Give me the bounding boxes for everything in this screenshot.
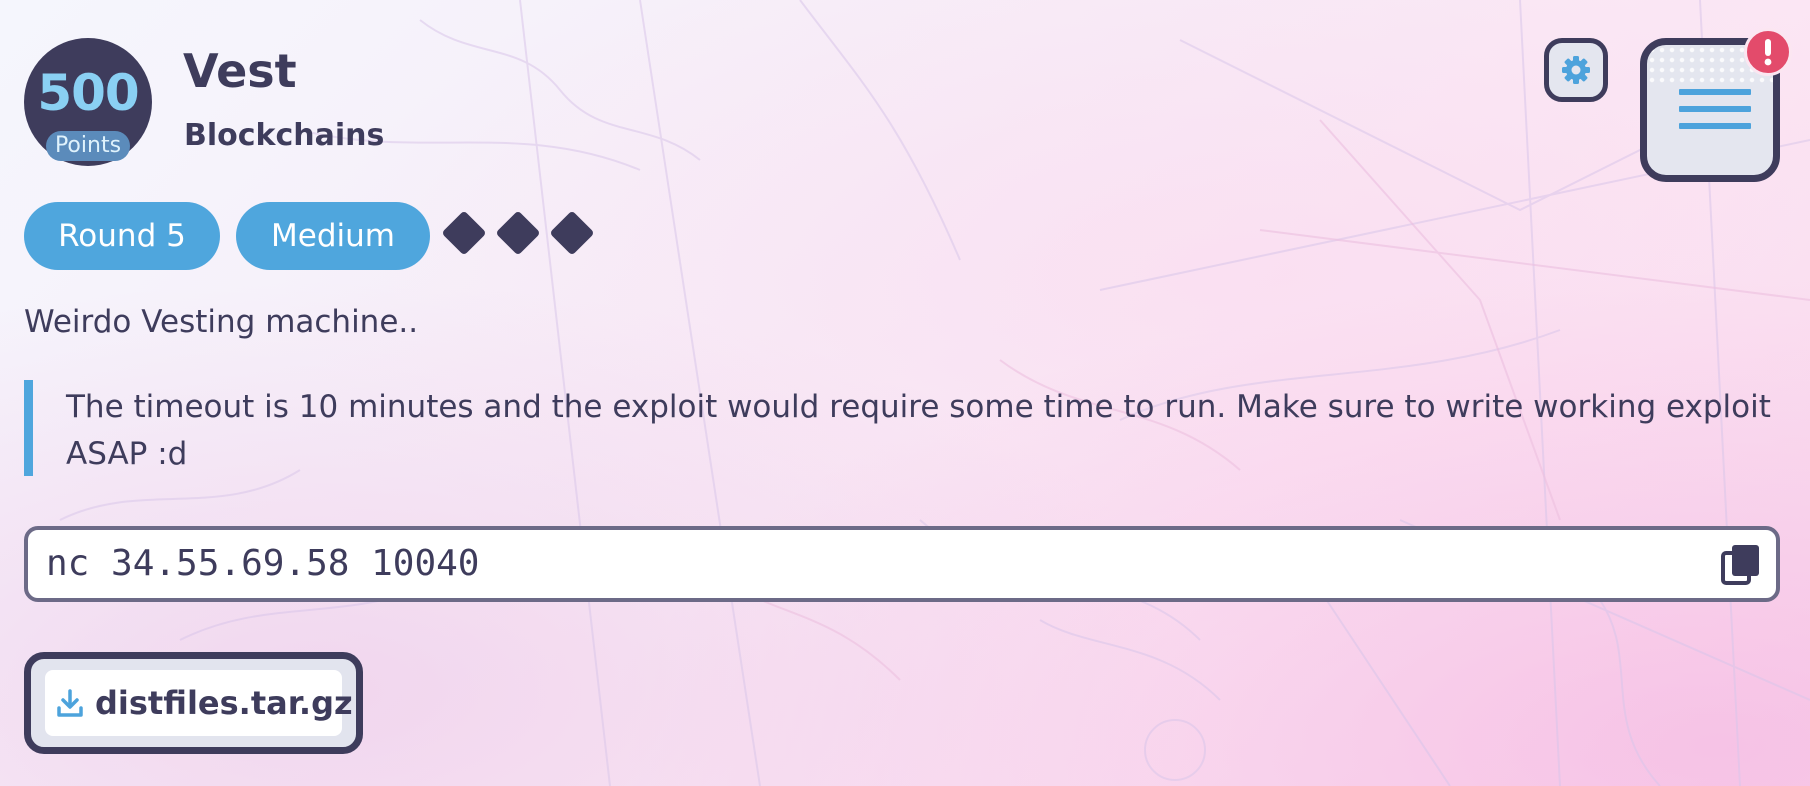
points-label: Points (46, 131, 130, 161)
alert-badge (1744, 28, 1792, 76)
settings-button[interactable] (1544, 38, 1608, 102)
copy-icon (1721, 545, 1759, 585)
note-blockquote: The timeout is 10 minutes and the exploi… (24, 380, 1784, 476)
connection-command-box[interactable]: nc 34.55.69.58 10040 (24, 526, 1780, 602)
note-text: The timeout is 10 minutes and the exploi… (66, 389, 1771, 472)
difficulty-diamond-icon (441, 210, 487, 256)
copy-button[interactable] (1716, 540, 1766, 590)
download-button-face[interactable]: distfiles.tar.gz (45, 670, 353, 736)
download-attachment-button[interactable]: distfiles.tar.gz (24, 652, 363, 754)
blockquote-bar (24, 380, 33, 476)
difficulty-diamond-icon (495, 210, 541, 256)
challenge-title: Vest (183, 44, 297, 98)
gear-icon (1562, 56, 1590, 84)
challenge-description: Weirdo Vesting machine.. (24, 304, 419, 340)
exclamation-icon (1764, 39, 1772, 66)
round-tag: Round 5 (24, 202, 220, 270)
challenge-category: Blockchains (184, 118, 385, 153)
points-badge: 500 Points (24, 38, 152, 166)
difficulty-diamond-icon (549, 210, 595, 256)
connection-command[interactable]: nc 34.55.69.58 10040 (46, 530, 479, 598)
download-icon (57, 689, 83, 717)
challenge-card: 500 Points Vest Blockchains Round 5 Medi… (0, 0, 1810, 786)
difficulty-tag: Medium (236, 202, 430, 270)
attachment-filename[interactable]: distfiles.tar.gz (95, 670, 353, 736)
points-value: 500 (37, 64, 139, 122)
